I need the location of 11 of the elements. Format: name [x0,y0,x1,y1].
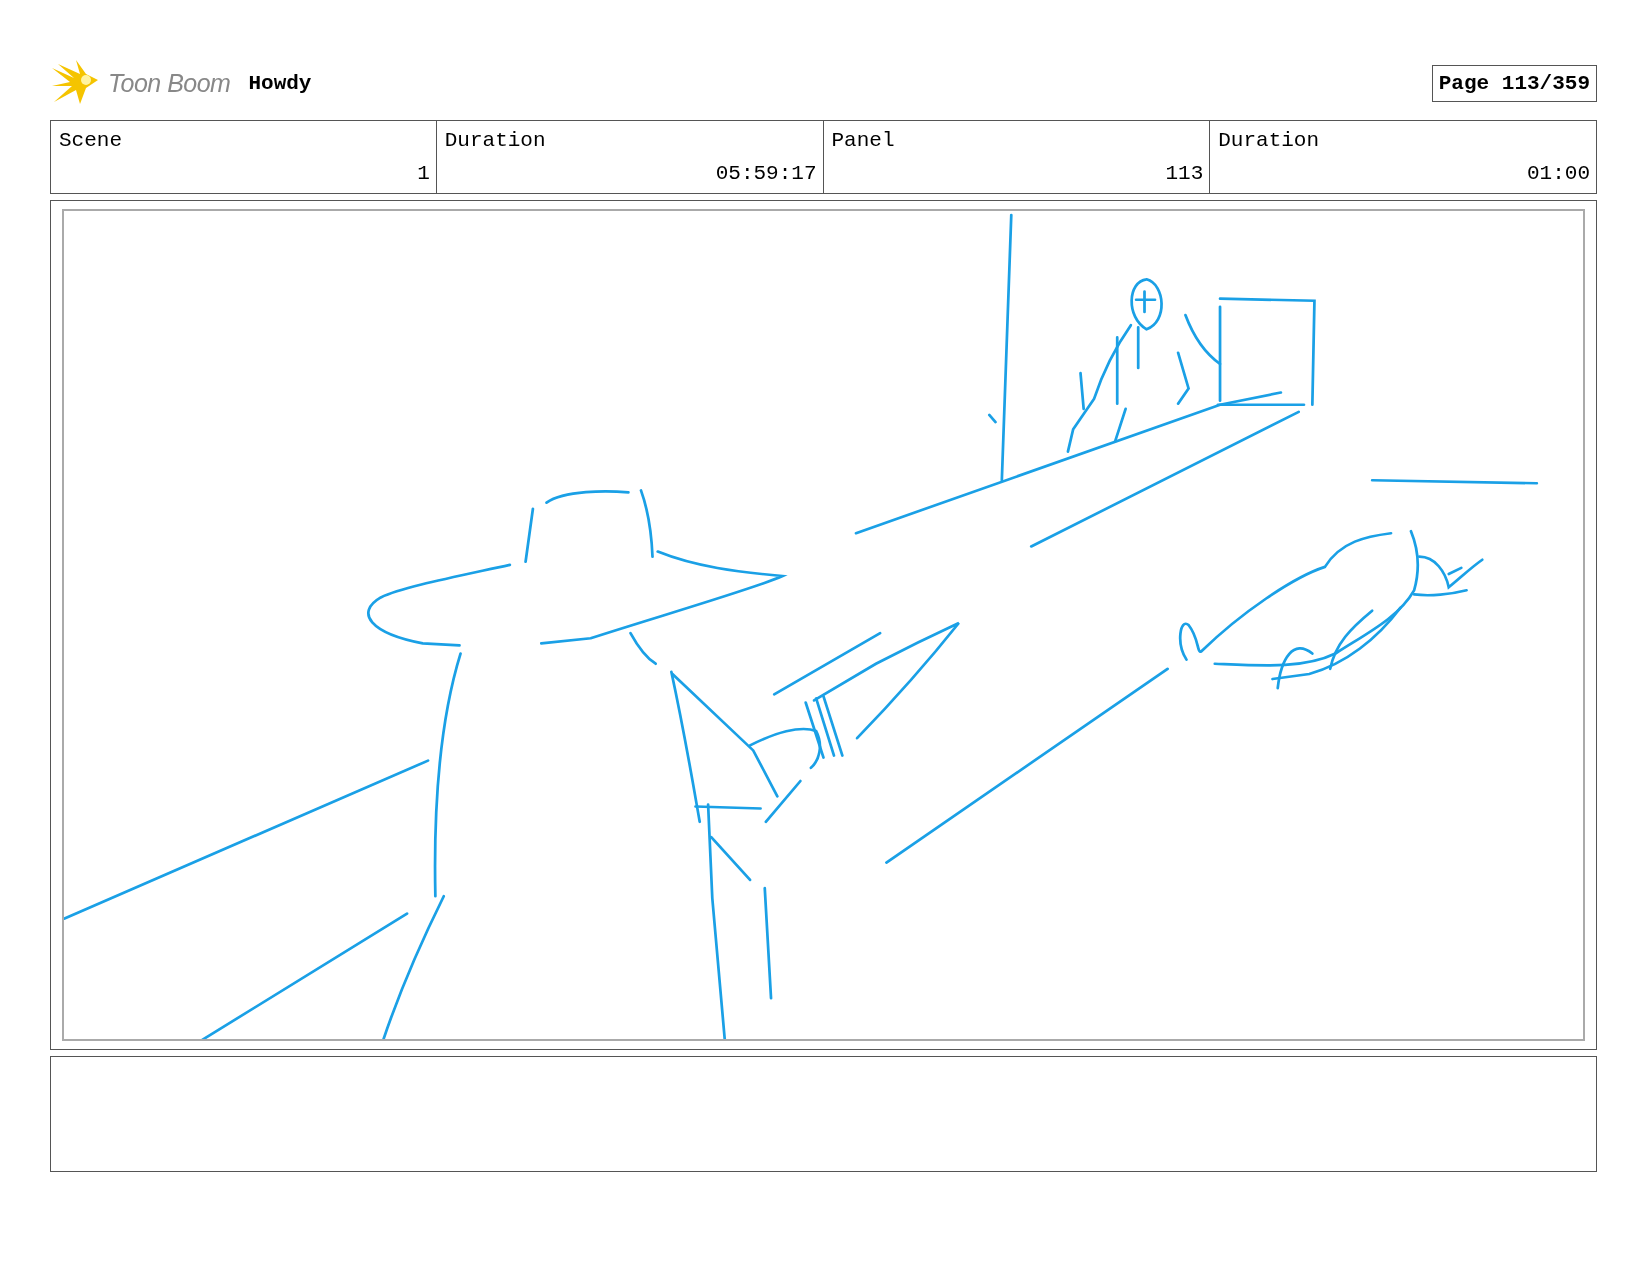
field-value: 05:59:17 [715,162,817,185]
field-value: 113 [1165,162,1204,185]
project-title: Howdy [248,71,312,95]
field-label: Duration [1218,129,1320,152]
field-value: 01:00 [1527,162,1590,185]
field-value: 1 [417,162,430,185]
brand-name: Toon Boom [108,68,231,98]
field-label: Duration [444,129,546,152]
field-label: Scene [59,129,122,152]
field-label: Panel [831,129,895,152]
page-number: Page 113/359 [1431,64,1597,102]
